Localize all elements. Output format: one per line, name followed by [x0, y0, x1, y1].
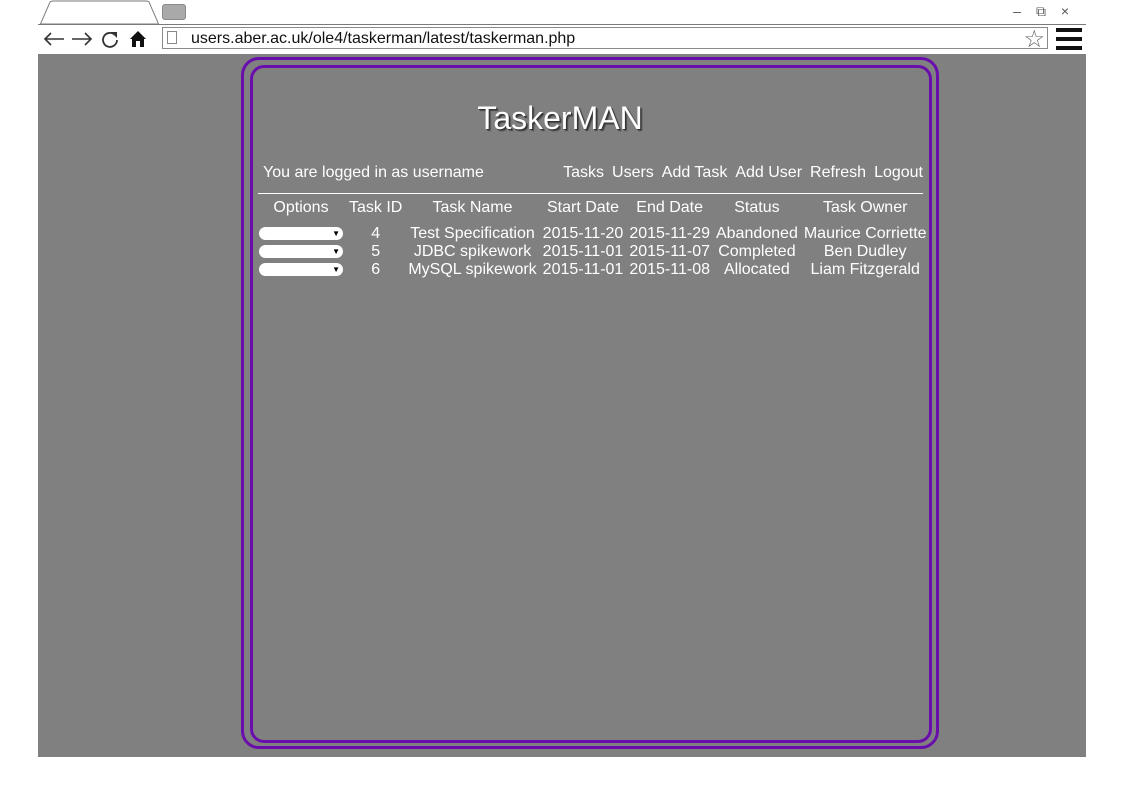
nav-add-user[interactable]: Add User	[735, 164, 802, 182]
nav-users[interactable]: Users	[612, 164, 654, 182]
task-owner: Liam Fitzgerald	[810, 261, 920, 278]
browser-window: – ⧉ × users.aber.ac.uk/ole4/taskerman/la…	[38, 0, 1086, 757]
nav-logout[interactable]: Logout	[874, 164, 923, 182]
nav-add-task[interactable]: Add Task	[662, 164, 728, 182]
hamburger-menu-icon[interactable]	[1056, 28, 1082, 50]
nav-tasks[interactable]: Tasks	[563, 164, 604, 182]
col-status: Status	[734, 199, 780, 216]
new-tab-button[interactable]	[162, 4, 186, 20]
table-row: ▼ 5 JDBC spikework 2015-11-01 2015-11-07…	[256, 243, 930, 261]
status: Allocated	[724, 261, 790, 278]
col-task-owner: Task Owner	[822, 199, 908, 216]
url-text[interactable]: users.aber.ac.uk/ole4/taskerman/latest/t…	[191, 30, 575, 48]
start-date: 2015-11-20	[542, 225, 624, 242]
browser-tab[interactable]	[38, 0, 162, 24]
col-task-id: Task ID	[349, 199, 403, 216]
status: Completed	[718, 243, 796, 260]
forward-arrow-icon[interactable]	[70, 25, 94, 53]
chevron-down-icon: ▼	[332, 229, 340, 239]
status: Abandoned	[715, 225, 798, 242]
chevron-down-icon: ▼	[332, 265, 340, 275]
start-date: 2015-11-01	[542, 261, 624, 278]
nav-refresh[interactable]: Refresh	[810, 164, 866, 182]
minimize-button[interactable]: –	[1010, 2, 1024, 20]
app-nav: You are logged in as username Tasks User…	[263, 164, 923, 184]
tasks-table: Options Task ID Task Name Start Date End…	[256, 197, 930, 279]
chevron-down-icon: ▼	[332, 247, 340, 257]
back-arrow-icon[interactable]	[42, 25, 66, 53]
browser-toolbar: users.aber.ac.uk/ole4/taskerman/latest/t…	[38, 24, 1086, 55]
table-row: ▼ 6 MySQL spikework 2015-11-01 2015-11-0…	[256, 261, 930, 279]
task-id: 4	[371, 225, 381, 242]
task-id: 6	[371, 261, 381, 278]
divider	[258, 193, 923, 194]
page-icon	[167, 31, 177, 44]
end-date: 2015-11-29	[629, 225, 710, 242]
table-row: ▼ 4 Test Specification 2015-11-20 2015-1…	[256, 225, 930, 243]
options-dropdown[interactable]: ▼	[259, 227, 343, 241]
close-button[interactable]: ×	[1058, 2, 1072, 20]
col-options: Options	[273, 199, 329, 216]
task-name: JDBC spikework	[413, 243, 532, 260]
col-start-date: Start Date	[546, 199, 620, 216]
task-owner: Ben Dudley	[823, 243, 907, 260]
task-name: MySQL spikework	[408, 261, 537, 278]
task-name: Test Specification	[410, 225, 535, 242]
nav-links: Tasks Users Add Task Add User Refresh Lo…	[563, 164, 923, 182]
restore-button[interactable]: ⧉	[1034, 2, 1048, 20]
task-id: 5	[371, 243, 381, 260]
options-dropdown[interactable]: ▼	[259, 263, 343, 277]
reload-icon[interactable]	[98, 25, 122, 53]
login-status: You are logged in as username	[263, 164, 484, 181]
end-date: 2015-11-07	[629, 243, 710, 260]
col-end-date: End Date	[636, 199, 704, 216]
home-icon[interactable]	[126, 25, 150, 53]
app-title: TaskerMAN	[477, 100, 643, 136]
start-date: 2015-11-01	[542, 243, 624, 260]
task-owner: Maurice Corriette	[803, 225, 927, 242]
address-bar[interactable]: users.aber.ac.uk/ole4/taskerman/latest/t…	[162, 26, 1048, 53]
star-icon[interactable]: ☆	[1023, 25, 1045, 54]
options-dropdown[interactable]: ▼	[259, 245, 343, 259]
col-task-name: Task Name	[432, 199, 513, 216]
page-viewport: TaskerMAN You are logged in as username …	[38, 54, 1086, 757]
window-controls: – ⧉ ×	[1010, 2, 1072, 20]
table-header-row: Options Task ID Task Name Start Date End…	[256, 197, 930, 225]
end-date: 2015-11-08	[629, 261, 710, 278]
